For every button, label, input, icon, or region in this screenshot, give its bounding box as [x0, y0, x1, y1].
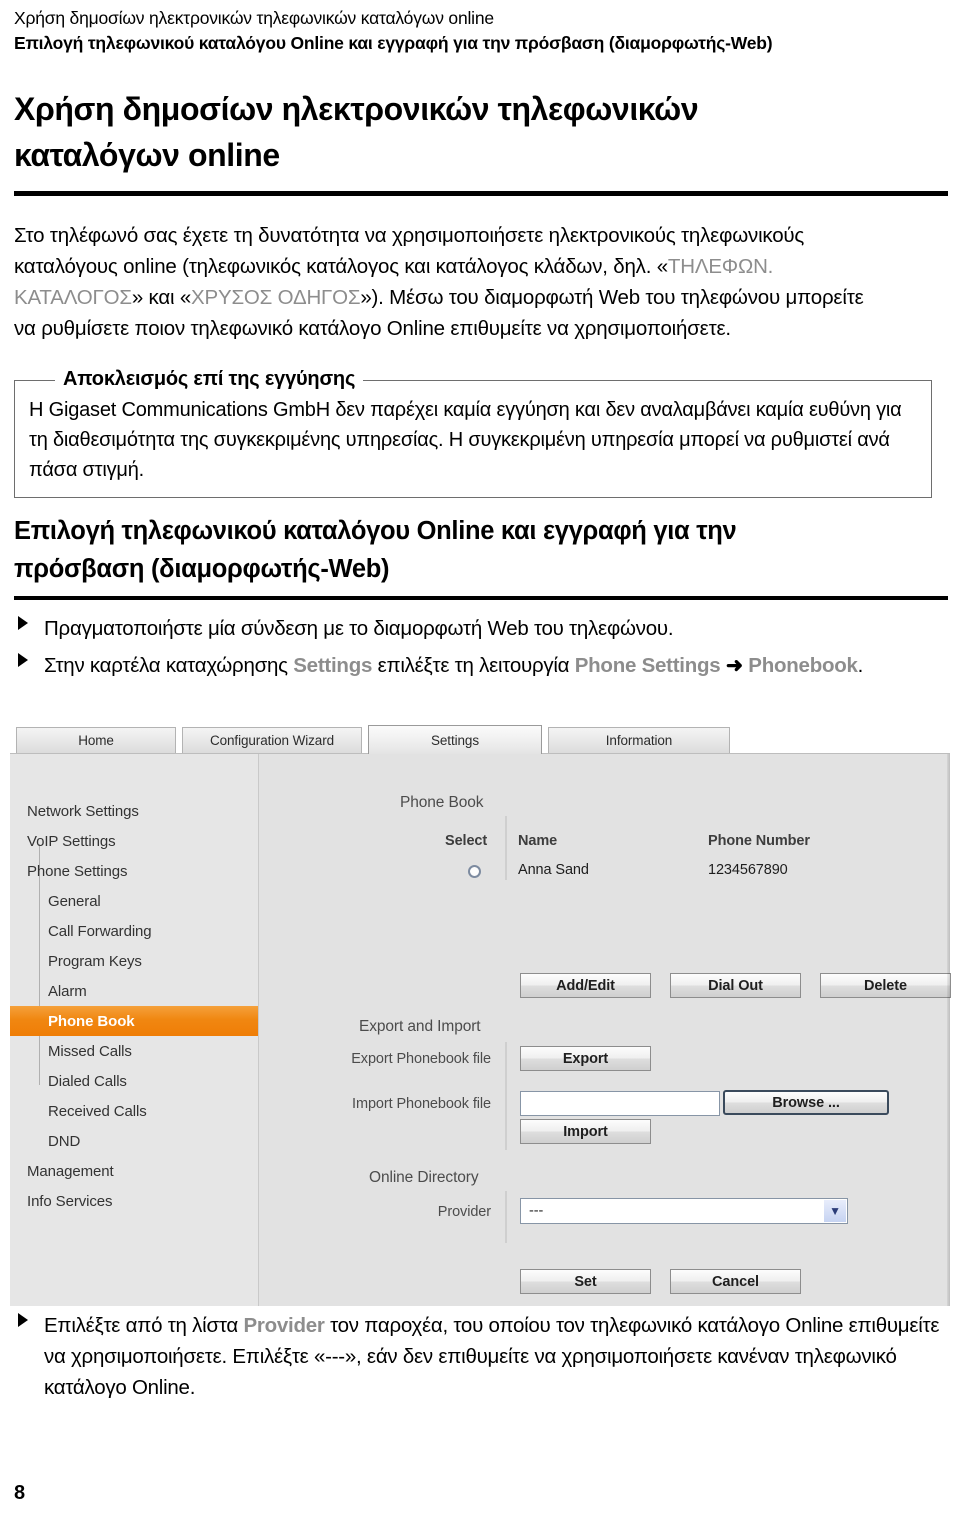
online-directory-section-title: Online Directory	[369, 1169, 479, 1186]
set-button[interactable]: Set	[520, 1269, 651, 1294]
warranty-disclaimer-box: Αποκλεισμός επί της εγγύησης Η Gigaset C…	[14, 368, 932, 498]
sidebar-item-general[interactable]: General	[10, 886, 258, 916]
import-phonebook-file-label: Import Phonebook file	[352, 1096, 491, 1112]
online-directory-rail	[505, 1191, 507, 1243]
triangle-bullet-icon	[18, 653, 28, 667]
column-header-name: Name	[518, 833, 558, 849]
tab-information[interactable]: Information	[548, 727, 730, 753]
running-head-primary: Χρήση δημοσίων ηλεκτρονικών τηλεφωνικών …	[14, 8, 494, 28]
add-edit-button[interactable]: Add/Edit	[520, 973, 651, 998]
sidebar-item-phone-settings[interactable]: Phone Settings	[10, 856, 258, 886]
delete-button[interactable]: Delete	[820, 973, 951, 998]
list-item-text: Πραγματοποιήστε μία σύνδεση με το διαμορ…	[44, 617, 674, 640]
list-item-text-2: επιλέξτε τη λειτουργία	[372, 654, 575, 677]
provider-label: Provider	[437, 1204, 491, 1220]
tab-bar: Home Configuration Wizard Settings Infor…	[10, 725, 950, 754]
ui-keyword-settings: Settings	[293, 654, 373, 677]
intro-paragraph: Στο τηλέφωνό σας έχετε τη δυνατότητα να …	[14, 220, 874, 344]
phone-book-rail	[505, 816, 507, 880]
import-button[interactable]: Import	[520, 1119, 651, 1144]
web-configurator-screenshot: Home Configuration Wizard Settings Infor…	[10, 725, 951, 1306]
list-item: Στην καρτέλα καταχώρησης Settings επιλέξ…	[14, 650, 944, 681]
export-import-section-title: Export and Import	[359, 1018, 481, 1035]
sidebar-item-program-keys[interactable]: Program Keys	[10, 946, 258, 976]
sidebar-item-dnd[interactable]: DND	[10, 1126, 258, 1156]
section-title-rule	[14, 596, 948, 600]
configurator-content: Phone Book Select Name Phone Number Anna…	[259, 754, 951, 1306]
cell-name: Anna Sand	[518, 862, 589, 878]
triangle-bullet-icon	[18, 616, 28, 630]
configurator-body: Network Settings VoIP Settings Phone Set…	[10, 753, 951, 1306]
tab-settings[interactable]: Settings	[368, 725, 542, 754]
provider-select[interactable]: --- ▼	[520, 1198, 848, 1224]
manual-page: Χρήση δημοσίων ηλεκτρονικών τηλεφωνικών …	[0, 0, 960, 1534]
sidebar-item-network-settings[interactable]: Network Settings	[10, 796, 258, 826]
sidebar-item-phone-book[interactable]: Phone Book	[10, 1006, 258, 1036]
sidebar-item-call-forwarding[interactable]: Call Forwarding	[10, 916, 258, 946]
provider-select-value: ---	[529, 1203, 544, 1219]
warranty-disclaimer-legend: Αποκλεισμός επί της εγγύησης	[55, 368, 364, 391]
tab-home[interactable]: Home	[16, 727, 176, 753]
sidebar-item-missed-calls[interactable]: Missed Calls	[10, 1036, 258, 1066]
list-item: Επιλέξτε από τη λίστα Provider τον παροχ…	[14, 1310, 944, 1403]
warranty-disclaimer-body: Η Gigaset Communications GmbH δεν παρέχε…	[29, 399, 902, 481]
list-item-text-3: .	[857, 654, 864, 677]
list-item-text-1: Στην καρτέλα καταχώρησης	[44, 654, 294, 677]
export-phonebook-file-label: Export Phonebook file	[351, 1051, 491, 1067]
row-select-radio[interactable]	[468, 865, 481, 878]
sidebar-item-management[interactable]: Management	[10, 1156, 258, 1186]
import-file-path-input[interactable]	[520, 1091, 720, 1116]
page-title: Χρήση δημοσίων ηλεκτρονικών τηλεφωνικών …	[14, 91, 699, 173]
chevron-down-icon[interactable]: ▼	[824, 1200, 846, 1222]
running-head-secondary: Επιλογή τηλεφωνικού καταλόγου Online και…	[14, 33, 773, 53]
sidebar-navigation: Network Settings VoIP Settings Phone Set…	[10, 754, 258, 1306]
column-header-select: Select	[445, 833, 488, 849]
triangle-bullet-icon	[18, 1313, 28, 1327]
column-header-phone-number: Phone Number	[708, 833, 810, 849]
export-import-rail	[505, 1042, 507, 1150]
cancel-button[interactable]: Cancel	[670, 1269, 801, 1294]
sidebar-item-info-services[interactable]: Info Services	[10, 1186, 258, 1216]
intro-keyword-yellow-pages: ΧΡΥΣΟΣ ΟΔΗΓΟΣ	[191, 286, 361, 309]
cell-phone-number: 1234567890	[708, 862, 788, 878]
section-title: Επιλογή τηλεφωνικού καταλόγου Online και…	[14, 517, 737, 583]
browse-button[interactable]: Browse ...	[723, 1090, 889, 1115]
instruction-list-top: Πραγματοποιήστε μία σύνδεση με το διαμορ…	[14, 613, 944, 687]
page-number: 8	[14, 1482, 26, 1504]
dial-out-button[interactable]: Dial Out	[670, 973, 801, 998]
export-button[interactable]: Export	[520, 1046, 651, 1071]
sidebar-item-voip-settings[interactable]: VoIP Settings	[10, 826, 258, 856]
sidebar-item-dialed-calls[interactable]: Dialed Calls	[10, 1066, 258, 1096]
ui-keyword-phone-settings: Phone Settings	[574, 654, 721, 677]
intro-text-2: » και «	[131, 286, 192, 309]
ui-keyword-phonebook: Phonebook	[748, 654, 858, 677]
title-rule	[14, 191, 948, 196]
sidebar-item-alarm[interactable]: Alarm	[10, 976, 258, 1006]
sidebar-list: Network Settings VoIP Settings Phone Set…	[10, 796, 258, 1216]
instruction-list-bottom: Επιλέξτε από τη λίστα Provider τον παροχ…	[14, 1310, 944, 1409]
tab-configuration-wizard[interactable]: Configuration Wizard	[182, 727, 362, 753]
list-item: Πραγματοποιήστε μία σύνδεση με το διαμορ…	[14, 613, 944, 644]
ui-keyword-provider: Provider	[243, 1314, 325, 1337]
sidebar-item-received-calls[interactable]: Received Calls	[10, 1096, 258, 1126]
right-arrow-icon: ➜	[725, 654, 743, 677]
phone-book-section-title: Phone Book	[400, 794, 484, 811]
list-item-text-1: Επιλέξτε από τη λίστα	[44, 1314, 244, 1337]
